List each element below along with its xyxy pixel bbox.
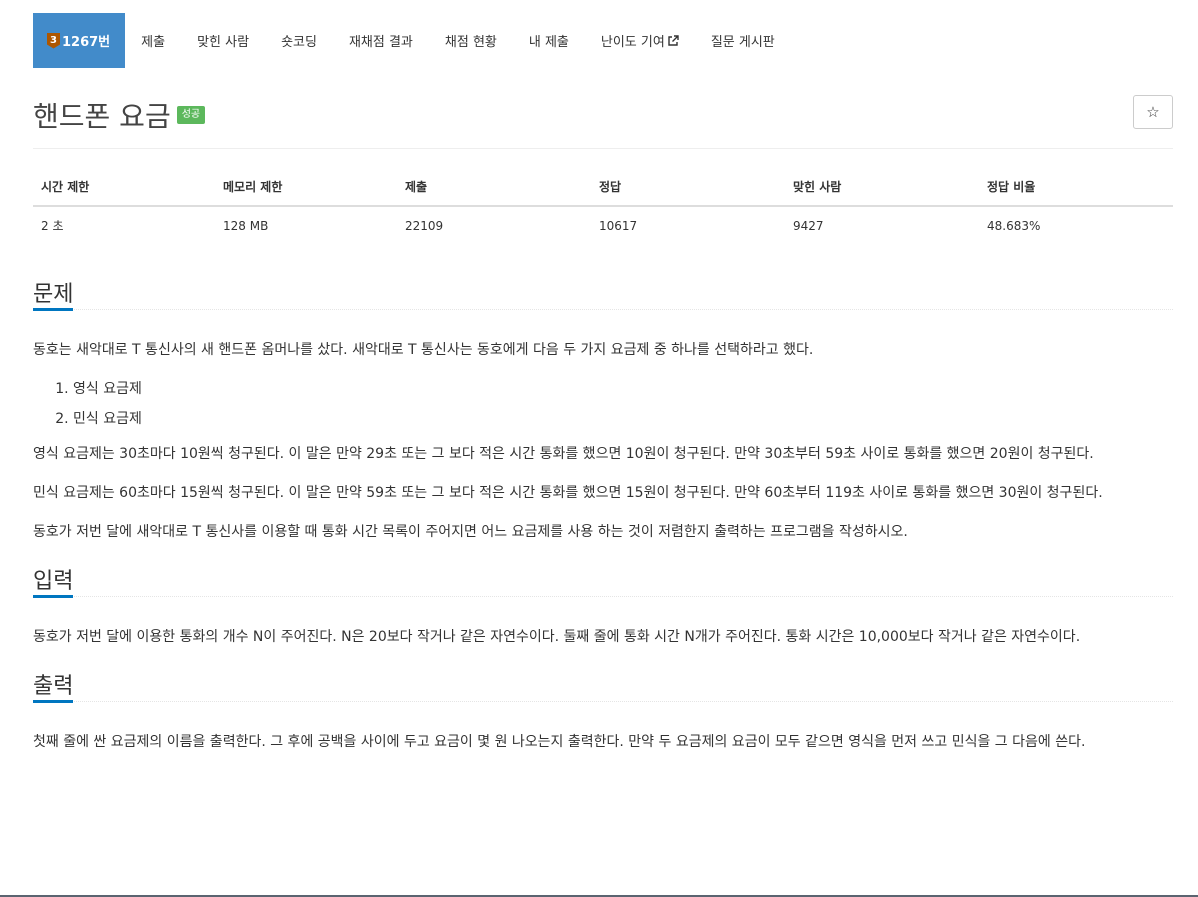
nav-difficulty-contribution[interactable]: 난이도 기여 — [585, 13, 695, 68]
info-value-row: 2 초 128 MB 22109 10617 9427 48.683% — [33, 206, 1173, 242]
nav-judge-status[interactable]: 채점 현황 — [429, 13, 513, 68]
section-title: 출력 — [33, 674, 74, 699]
problem-intro: 동호는 새악대로 T 통신사의 새 핸드폰 옴머나를 샀다. 새악대로 T 통신… — [33, 342, 814, 358]
info-header: 정답 — [591, 172, 785, 207]
info-header: 시간 제한 — [33, 172, 215, 207]
accept-ratio-value: 48.683% — [987, 218, 1041, 233]
title-row: 핸드폰 요금 성공 ☆ — [33, 68, 1173, 149]
nav-judge-status-label: 채점 현황 — [444, 35, 497, 50]
plan-list: 영식 요금제 민식 요금제 — [33, 374, 1173, 434]
solved-users-value: 9427 — [793, 218, 824, 233]
problem-paragraph: 동호가 저번 달에 새악대로 T 통신사를 이용할 때 통화 시간 목록이 주어… — [33, 524, 908, 540]
nav-solved-users-label: 맞힌 사람 — [197, 35, 250, 50]
problem-nav: 3 1267번 제출 맞힌 사람 숏코딩 재채점 결과 채점 현황 내 제출 난… — [33, 13, 1173, 68]
list-item: 민식 요금제 — [73, 404, 1173, 434]
output-description: 첫째 줄에 싼 요금제의 이름을 출력한다. 그 후에 공백을 사이에 두고 요… — [33, 727, 1173, 757]
nav-short-coding[interactable]: 숏코딩 — [265, 13, 333, 68]
nav-question-board-label: 질문 게시판 — [710, 35, 775, 50]
info-header: 제출 — [397, 172, 591, 207]
problem-paragraph: 영식 요금제는 30초마다 10원씩 청구된다. 이 말은 만약 29초 또는 … — [33, 446, 1094, 462]
nav-problem-number[interactable]: 3 1267번 — [33, 13, 126, 68]
problem-section: 문제 동호는 새악대로 T 통신사의 새 핸드폰 옴머나를 샀다. 새악대로 T… — [33, 270, 1173, 547]
status-badge: 성공 — [176, 106, 206, 124]
memory-limit-value: 128 MB — [223, 218, 269, 233]
problem-info-table: 시간 제한 메모리 제한 제출 정답 맞힌 사람 정답 비율 2 초 128 M… — [33, 172, 1173, 242]
page-title: 핸드폰 요금 성공 — [33, 95, 206, 135]
section-header: 입력 — [33, 557, 1173, 598]
star-button[interactable]: ☆ — [1133, 95, 1173, 129]
info-header: 정답 비율 — [979, 172, 1173, 207]
section-title: 문제 — [33, 282, 74, 307]
nav-solved-users[interactable]: 맞힌 사람 — [181, 13, 265, 68]
submissions-value: 22109 — [405, 218, 444, 233]
problem-description: 동호는 새악대로 T 통신사의 새 핸드폰 옴머나를 샀다. 새악대로 T 통신… — [33, 335, 1173, 547]
time-limit-value: 2 초 — [41, 219, 64, 233]
section-header: 문제 — [33, 270, 1173, 311]
input-description: 동호가 저번 달에 이용한 통화의 개수 N이 주어진다. N은 20보다 작거… — [33, 622, 1173, 652]
nav-difficulty-contribution-label: 난이도 기여 — [600, 35, 665, 50]
star-icon: ☆ — [1146, 103, 1160, 121]
tier-icon: 3 — [47, 32, 60, 49]
list-item: 영식 요금제 — [73, 374, 1173, 404]
problem-title: 핸드폰 요금 — [33, 100, 171, 133]
info-header: 맞힌 사람 — [785, 172, 979, 207]
problem-number-label: 1267번 — [62, 35, 111, 50]
section-title: 입력 — [33, 569, 74, 594]
section-header: 출력 — [33, 662, 1173, 703]
section-underline — [33, 595, 73, 598]
nav-rejudge-results[interactable]: 재채점 결과 — [333, 13, 429, 68]
nav-my-submissions[interactable]: 내 제출 — [513, 13, 585, 68]
problem-paragraph: 민식 요금제는 60초마다 15원씩 청구된다. 이 말은 만약 59초 또는 … — [33, 485, 1103, 501]
info-header: 메모리 제한 — [215, 172, 397, 207]
external-link-icon — [668, 34, 679, 46]
nav-my-submissions-label: 내 제출 — [528, 35, 569, 50]
output-section: 출력 첫째 줄에 싼 요금제의 이름을 출력한다. 그 후에 공백을 사이에 두… — [33, 662, 1173, 757]
nav-submit[interactable]: 제출 — [125, 13, 181, 68]
output-paragraph: 첫째 줄에 싼 요금제의 이름을 출력한다. 그 후에 공백을 사이에 두고 요… — [33, 734, 1086, 750]
input-section: 입력 동호가 저번 달에 이용한 통화의 개수 N이 주어진다. N은 20보다… — [33, 557, 1173, 652]
page-container: 3 1267번 제출 맞힌 사람 숏코딩 재채점 결과 채점 현황 내 제출 난… — [33, 0, 1173, 766]
info-header-row: 시간 제한 메모리 제한 제출 정답 맞힌 사람 정답 비율 — [33, 172, 1173, 207]
input-paragraph: 동호가 저번 달에 이용한 통화의 개수 N이 주어진다. N은 20보다 작거… — [33, 629, 1081, 645]
nav-short-coding-label: 숏코딩 — [281, 35, 317, 50]
nav-rejudge-results-label: 재채점 결과 — [348, 35, 413, 50]
nav-question-board[interactable]: 질문 게시판 — [695, 13, 791, 68]
accepted-value: 10617 — [599, 218, 638, 233]
nav-submit-label: 제출 — [141, 35, 166, 50]
section-underline — [33, 308, 73, 311]
section-underline — [33, 700, 73, 703]
